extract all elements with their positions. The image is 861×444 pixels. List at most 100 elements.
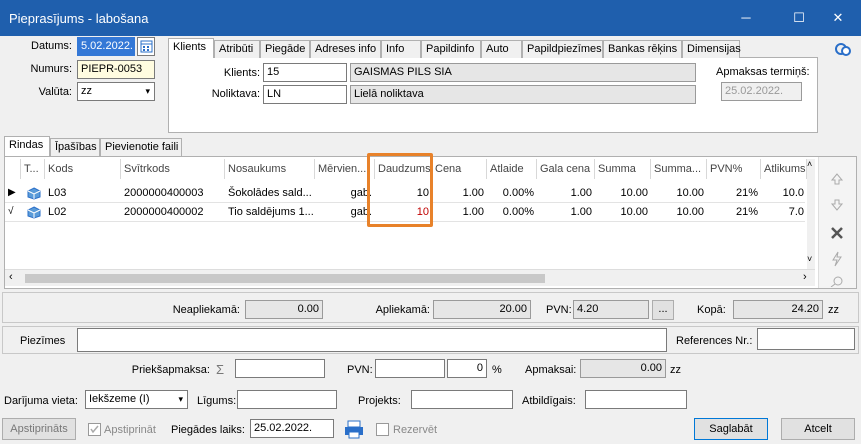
printer-icon[interactable] xyxy=(343,418,365,440)
column-header[interactable]: Nosaukums xyxy=(225,159,315,179)
prepay-input[interactable] xyxy=(235,359,325,378)
top-tab-9[interactable]: Dimensijas xyxy=(682,40,741,58)
cell-name[interactable]: Šokolādes sald... xyxy=(225,184,315,202)
calendar-icon[interactable] xyxy=(137,37,155,56)
minimize-button[interactable]: ─ xyxy=(723,0,769,36)
cell-unit[interactable]: gab. xyxy=(315,203,375,221)
column-header[interactable]: PVN% xyxy=(707,159,761,179)
total-currency: zz xyxy=(828,304,839,316)
top-tab-8[interactable]: Bankas rēķins xyxy=(603,40,682,58)
top-tab-7[interactable]: Papildpiezīmes xyxy=(522,40,603,58)
cell-discount[interactable]: 0.00% xyxy=(487,203,537,221)
column-header[interactable]: Atlikums xyxy=(761,159,807,179)
top-tab-2[interactable]: Piegāde xyxy=(260,40,310,58)
cancel-button[interactable]: Atcelt xyxy=(781,418,855,440)
cell-discount[interactable]: 0.00% xyxy=(487,184,537,202)
sub-tab-0[interactable]: Rindas xyxy=(4,136,50,157)
horizontal-scrollbar[interactable]: ‹ › xyxy=(5,269,815,286)
delete-row-icon[interactable] xyxy=(829,225,845,241)
search-icon[interactable] xyxy=(829,275,845,287)
cell-final[interactable]: 1.00 xyxy=(537,184,595,202)
cell-stock[interactable]: 7.0 xyxy=(761,203,807,221)
deal-place-select[interactable]: Iekšzeme (I) ▾ xyxy=(85,390,188,409)
column-header[interactable]: Atlaide xyxy=(487,159,537,179)
cell-sum[interactable]: 10.00 xyxy=(595,203,651,221)
chevron-down-icon: ▾ xyxy=(178,394,183,404)
column-header[interactable]: Gala cena xyxy=(537,159,595,179)
currency-select[interactable]: zz ▾ xyxy=(77,82,155,101)
vat-label: PVN: xyxy=(546,304,572,316)
cell-sum[interactable]: 10.00 xyxy=(595,184,651,202)
scroll-up-icon[interactable]: ˄ xyxy=(807,159,812,169)
top-tab-1[interactable]: Atribūti xyxy=(214,40,260,58)
column-header[interactable]: Summa... xyxy=(651,159,707,179)
responsible-input[interactable] xyxy=(585,390,687,409)
refresh-icon[interactable] xyxy=(833,40,853,58)
contract-input[interactable] xyxy=(237,390,337,409)
move-up-icon[interactable] xyxy=(829,171,845,187)
vertical-scrollbar[interactable]: ˄ ˅ xyxy=(807,159,815,269)
cell-final[interactable]: 1.00 xyxy=(537,203,595,221)
delivery-date-input[interactable]: 25.02.2022. xyxy=(250,419,334,438)
top-tab-6[interactable]: Auto xyxy=(481,40,522,58)
cell-unit[interactable]: gab. xyxy=(315,184,375,202)
cell-sum2[interactable]: 10.00 xyxy=(651,203,707,221)
cell-price[interactable]: 1.00 xyxy=(432,184,487,202)
cell-barcode[interactable]: 2000000400003 xyxy=(121,184,225,202)
scroll-thumb[interactable] xyxy=(25,274,545,283)
client-code-input[interactable]: 15 xyxy=(263,63,347,82)
close-button[interactable]: ✕ xyxy=(815,0,861,36)
prepay-vat-input[interactable] xyxy=(375,359,445,378)
number-label: Numurs: xyxy=(30,63,72,75)
warehouse-code-input[interactable]: LN xyxy=(263,85,347,104)
cell-code[interactable]: L02 xyxy=(45,203,121,221)
payment-term-input[interactable]: 25.02.2022. xyxy=(721,82,802,101)
cell-vat[interactable]: 21% xyxy=(707,184,761,202)
column-header[interactable]: T... xyxy=(21,159,45,179)
save-button[interactable]: Saglabāt xyxy=(694,418,768,440)
cell-price[interactable]: 1.00 xyxy=(432,203,487,221)
total-value: 24.20 xyxy=(733,300,823,319)
column-header[interactable]: Summa xyxy=(595,159,651,179)
percent-sign: % xyxy=(492,364,502,376)
column-header[interactable]: Svītrkods xyxy=(121,159,225,179)
date-input[interactable]: 5.02.2022. xyxy=(77,37,135,56)
taxable-label: Apliekamā: xyxy=(375,304,430,316)
top-tab-0[interactable]: Klients xyxy=(168,38,214,58)
column-header[interactable]: Mērvien... xyxy=(315,159,375,179)
top-tab-4[interactable]: Info xyxy=(381,40,421,58)
column-header[interactable]: Cena xyxy=(432,159,487,179)
notes-input[interactable] xyxy=(77,328,667,352)
approved-button[interactable]: Apstiprināts xyxy=(2,418,76,440)
scroll-right-icon[interactable]: › xyxy=(803,271,807,283)
cell-sum2[interactable]: 10.00 xyxy=(651,184,707,202)
top-tab-5[interactable]: Papildinfo xyxy=(421,40,481,58)
cell-stock[interactable]: 10.0 xyxy=(761,184,807,202)
top-tab-3[interactable]: Adreses info xyxy=(310,40,381,58)
column-header[interactable]: Kods xyxy=(45,159,121,179)
client-label: Klients: xyxy=(223,67,260,79)
sigma-icon[interactable]: Σ xyxy=(216,362,224,377)
date-label: Datums: xyxy=(31,40,72,52)
scroll-down-icon[interactable]: ˅ xyxy=(807,254,812,264)
payment-term-label: Apmaksas termiņš: xyxy=(716,66,810,78)
cell-name[interactable]: Tio saldējums 1... xyxy=(225,203,315,221)
prepay-label: Priekšapmaksa: xyxy=(131,364,210,376)
project-input[interactable] xyxy=(411,390,513,409)
sub-tab-2[interactable]: Pievienotie faili xyxy=(100,138,182,156)
prepay-vat-percent-input[interactable]: 0 xyxy=(447,359,487,378)
move-down-icon[interactable] xyxy=(829,197,845,213)
deal-place-label: Darījuma vieta: xyxy=(4,395,78,407)
references-input[interactable] xyxy=(757,328,855,350)
scroll-left-icon[interactable]: ‹ xyxy=(9,271,13,283)
sub-tab-1[interactable]: Īpašības xyxy=(50,138,100,156)
cell-barcode[interactable]: 2000000400002 xyxy=(121,203,225,221)
approve-checkbox[interactable] xyxy=(88,423,101,436)
number-input[interactable]: PIEPR-0053 xyxy=(77,60,155,79)
cell-vat[interactable]: 21% xyxy=(707,203,761,221)
lightning-icon[interactable] xyxy=(829,251,845,267)
project-label: Projekts: xyxy=(358,395,401,407)
cell-code[interactable]: L03 xyxy=(45,184,121,202)
vat-details-button[interactable]: ... xyxy=(652,300,674,320)
reserve-checkbox[interactable] xyxy=(376,423,389,436)
